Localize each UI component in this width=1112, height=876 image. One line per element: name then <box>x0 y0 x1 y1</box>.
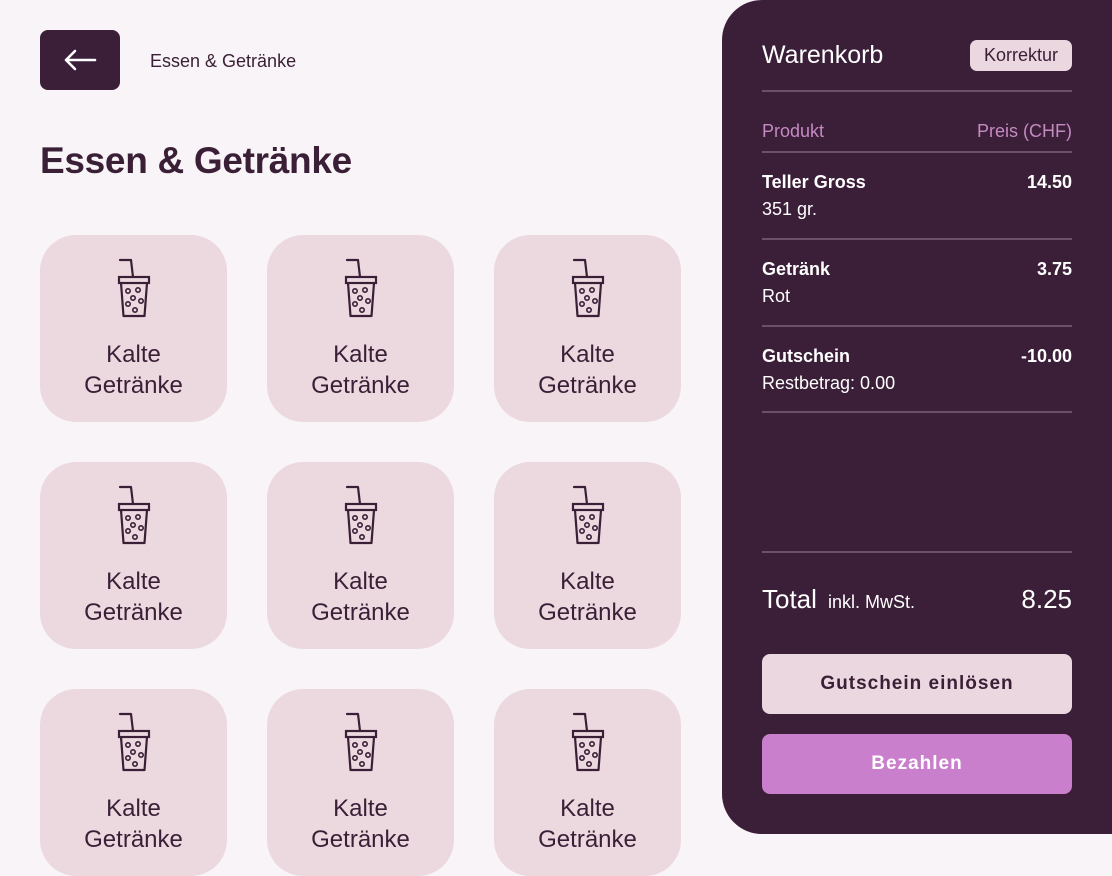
cart-item-price: 14.50 <box>1026 172 1072 192</box>
category-label: Kalte Getränke <box>538 795 637 853</box>
category-label: Kalte Getränke <box>84 341 183 399</box>
cart-panel: Warenkorb Korrektur Produkt Preis (CHF) … <box>722 0 1112 834</box>
page-title: Essen & Getränke <box>40 140 352 181</box>
cart-item-name: Teller Gross <box>762 172 866 192</box>
divider <box>762 90 1072 92</box>
column-header-product: Produkt <box>762 121 825 141</box>
divider <box>762 151 1072 153</box>
category-tile[interactable]: Kalte Getränke <box>40 235 227 422</box>
cart-item-name: Getränk <box>762 259 831 279</box>
category-label: Kalte Getränke <box>538 341 637 399</box>
cup-with-straw-icon <box>114 484 154 546</box>
category-tile[interactable]: Kalte Getränke <box>267 235 454 422</box>
category-tile[interactable]: Kalte Getränke <box>267 462 454 649</box>
cup-with-straw-icon <box>114 711 154 773</box>
cup-with-straw-icon <box>568 711 608 773</box>
category-label: Kalte Getränke <box>311 341 410 399</box>
divider <box>762 325 1072 327</box>
redeem-voucher-button[interactable]: Gutschein einlösen <box>762 654 1072 714</box>
divider <box>762 551 1072 553</box>
cup-with-straw-icon <box>341 711 381 773</box>
category-label: Kalte Getränke <box>84 568 183 626</box>
column-header-price: Preis (CHF) <box>977 121 1072 141</box>
cart-item-detail: Rot <box>762 286 791 306</box>
category-label: Kalte Getränke <box>311 795 410 853</box>
cup-with-straw-icon <box>114 257 154 319</box>
cup-with-straw-icon <box>341 257 381 319</box>
pay-button[interactable]: Bezahlen <box>762 734 1072 794</box>
cup-with-straw-icon <box>568 257 608 319</box>
cart-item-price: 3.75 <box>1036 259 1072 279</box>
category-label: Kalte Getränke <box>84 795 183 853</box>
back-button[interactable] <box>40 30 120 90</box>
category-tile[interactable]: Kalte Getränke <box>267 689 454 876</box>
total-tax-note: inkl. MwSt. <box>828 592 916 612</box>
total-value: 8.25 <box>1021 584 1072 614</box>
category-tile[interactable]: Kalte Getränke <box>494 689 681 876</box>
category-label: Kalte Getränke <box>311 568 410 626</box>
breadcrumb: Essen & Getränke <box>150 51 297 71</box>
category-grid: Kalte Getränke Kalte Getränke Kalte Getr… <box>40 235 682 876</box>
cart-item-name: Gutschein <box>762 346 851 366</box>
cart-item-detail: 351 gr. <box>762 199 818 219</box>
category-label: Kalte Getränke <box>538 568 637 626</box>
cart-title: Warenkorb <box>762 41 884 69</box>
cup-with-straw-icon <box>568 484 608 546</box>
total-label: Total <box>762 584 817 614</box>
correction-button[interactable]: Korrektur <box>969 40 1072 71</box>
cart-item-price: -10.00 <box>1020 346 1072 366</box>
category-tile[interactable]: Kalte Getränke <box>40 689 227 876</box>
category-tile[interactable]: Kalte Getränke <box>494 235 681 422</box>
category-tile[interactable]: Kalte Getränke <box>40 462 227 649</box>
divider <box>762 238 1072 240</box>
cup-with-straw-icon <box>341 484 381 546</box>
cart-item-detail: Restbetrag: 0.00 <box>762 373 896 393</box>
category-tile[interactable]: Kalte Getränke <box>494 462 681 649</box>
divider <box>762 411 1072 413</box>
arrow-left-icon <box>63 49 97 71</box>
